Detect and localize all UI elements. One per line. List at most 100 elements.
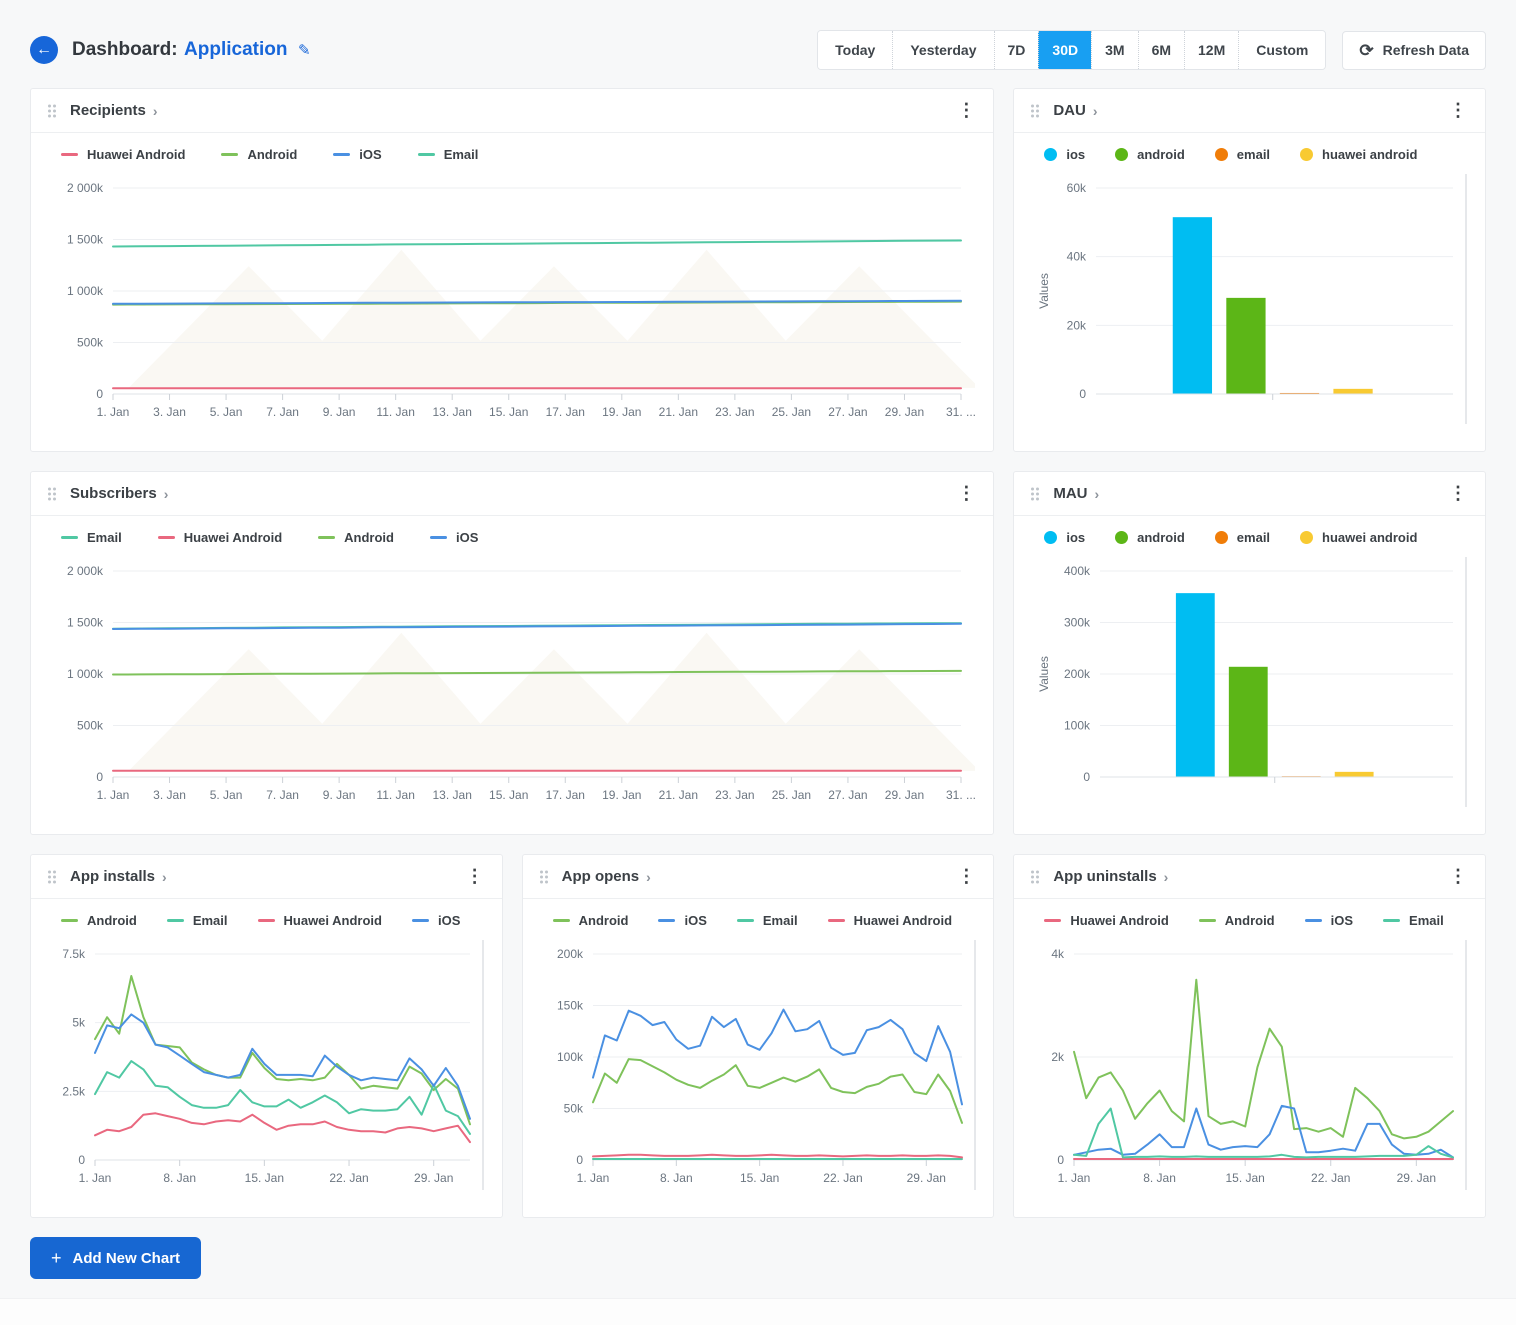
legend-label: Android: [87, 913, 137, 928]
range-30d[interactable]: 30D: [1038, 31, 1091, 69]
legend-item-android[interactable]: Android: [61, 913, 137, 928]
svg-text:19. Jan: 19. Jan: [602, 405, 641, 419]
chart-title[interactable]: DAU: [1053, 102, 1086, 119]
svg-text:1 500k: 1 500k: [67, 233, 104, 247]
svg-text:5. Jan: 5. Jan: [210, 788, 243, 802]
drag-handle-icon[interactable]: [47, 486, 57, 502]
legend-item-android[interactable]: android: [1115, 530, 1185, 545]
legend-marker: [258, 919, 275, 922]
svg-text:21. Jan: 21. Jan: [659, 405, 698, 419]
card-header: MAU › ⋮: [1014, 472, 1485, 516]
range-7d[interactable]: 7D: [994, 31, 1039, 69]
legend-label: iOS: [438, 913, 460, 928]
chart-title[interactable]: MAU: [1053, 485, 1087, 502]
legend-item-email[interactable]: Email: [418, 147, 479, 162]
topbar: ← Dashboard: Application ✎ Today Yesterd…: [0, 0, 1516, 88]
back-button[interactable]: ←: [30, 36, 58, 64]
legend-item-email[interactable]: Email: [167, 913, 228, 928]
kebab-menu-icon[interactable]: ⋮: [953, 866, 979, 887]
svg-text:1. Jan: 1. Jan: [1058, 1171, 1091, 1185]
legend-item-ios[interactable]: ios: [1044, 147, 1085, 162]
range-3m[interactable]: 3M: [1091, 31, 1137, 69]
svg-text:0: 0: [1080, 387, 1087, 401]
kebab-menu-icon[interactable]: ⋮: [1445, 483, 1471, 504]
legend-item-android[interactable]: Android: [1199, 913, 1275, 928]
range-6m[interactable]: 6M: [1138, 31, 1184, 69]
legend-item-ios[interactable]: iOS: [430, 530, 478, 545]
kebab-menu-icon[interactable]: ⋮: [462, 866, 488, 887]
svg-text:40k: 40k: [1067, 250, 1087, 264]
legend-marker: [1044, 148, 1057, 161]
drag-handle-icon[interactable]: [539, 869, 549, 885]
chart-title[interactable]: App opens: [562, 868, 640, 885]
legend-item-ios[interactable]: iOS: [412, 913, 460, 928]
refresh-data-button[interactable]: ⟳ Refresh Data: [1342, 31, 1486, 70]
legend-item-email[interactable]: Email: [61, 530, 122, 545]
legend-item-huawei-android[interactable]: huawei android: [1300, 147, 1417, 162]
legend-item-android[interactable]: Android: [221, 147, 297, 162]
legend-item-huawei-android[interactable]: Huawei Android: [828, 913, 952, 928]
legend-item-ios[interactable]: ios: [1044, 530, 1085, 545]
legend-item-huawei-android[interactable]: Huawei Android: [61, 147, 185, 162]
page-title: Dashboard: Application ✎: [72, 39, 311, 61]
legend-label: Huawei Android: [184, 530, 282, 545]
kebab-menu-icon[interactable]: ⋮: [953, 483, 979, 504]
range-today[interactable]: Today: [818, 31, 892, 69]
svg-text:1. Jan: 1. Jan: [97, 405, 130, 419]
kebab-menu-icon[interactable]: ⋮: [1445, 866, 1471, 887]
bar-ios[interactable]: [1176, 593, 1215, 777]
legend-marker: [61, 919, 78, 922]
drag-handle-icon[interactable]: [1030, 486, 1040, 502]
legend-item-email[interactable]: Email: [737, 913, 798, 928]
svg-text:7.5k: 7.5k: [62, 947, 86, 961]
chart-title[interactable]: App uninstalls: [1053, 868, 1156, 885]
chart-title[interactable]: App installs: [70, 868, 155, 885]
legend-item-email[interactable]: email: [1215, 530, 1270, 545]
legend-item-android[interactable]: android: [1115, 147, 1185, 162]
legend-item-huawei-android[interactable]: Huawei Android: [1044, 913, 1168, 928]
bar-huawei-android[interactable]: [1334, 389, 1373, 394]
kebab-menu-icon[interactable]: ⋮: [1445, 100, 1471, 121]
legend-item-ios[interactable]: iOS: [1305, 913, 1353, 928]
range-12m[interactable]: 12M: [1184, 31, 1238, 69]
edit-pencil-icon[interactable]: ✎: [298, 42, 311, 59]
kebab-menu-icon[interactable]: ⋮: [953, 100, 979, 121]
legend-item-huawei-android[interactable]: huawei android: [1300, 530, 1417, 545]
svg-text:3. Jan: 3. Jan: [153, 405, 186, 419]
svg-text:0: 0: [78, 1153, 85, 1167]
legend-item-email[interactable]: Email: [1383, 913, 1444, 928]
svg-text:4k: 4k: [1052, 947, 1066, 961]
legend-item-ios[interactable]: iOS: [333, 147, 381, 162]
legend-item-email[interactable]: email: [1215, 147, 1270, 162]
svg-text:15. Jan: 15. Jan: [740, 1171, 779, 1185]
range-custom[interactable]: Custom: [1238, 31, 1325, 69]
drag-handle-icon[interactable]: [47, 869, 57, 885]
svg-text:5. Jan: 5. Jan: [210, 405, 243, 419]
drag-handle-icon[interactable]: [1030, 869, 1040, 885]
dashboard-name-link[interactable]: Application: [184, 39, 287, 60]
drag-handle-icon[interactable]: [1030, 103, 1040, 119]
svg-text:23. Jan: 23. Jan: [715, 788, 754, 802]
drag-handle-icon[interactable]: [47, 103, 57, 119]
legend-marker: [167, 919, 184, 922]
legend-item-huawei-android[interactable]: Huawei Android: [158, 530, 282, 545]
legend-item-android[interactable]: Android: [553, 913, 629, 928]
svg-text:150k: 150k: [557, 999, 584, 1013]
legend-marker: [221, 153, 238, 156]
bar-android[interactable]: [1227, 298, 1266, 394]
add-new-chart-button[interactable]: + Add New Chart: [30, 1237, 201, 1279]
legend-label: ios: [1066, 147, 1085, 162]
legend-item-huawei-android[interactable]: Huawei Android: [258, 913, 382, 928]
chart-title[interactable]: Subscribers: [70, 485, 157, 502]
chart-title[interactable]: Recipients: [70, 102, 146, 119]
range-yesterday[interactable]: Yesterday: [892, 31, 993, 69]
bar-ios[interactable]: [1173, 217, 1212, 394]
svg-text:15. Jan: 15. Jan: [1226, 1171, 1265, 1185]
chart-legend: ios android email huawei android: [1032, 530, 1467, 545]
chart-canvas: 0500k1 000k1 500k2 000k1. Jan3. Jan5. Ja…: [49, 174, 975, 424]
legend-label: Huawei Android: [854, 913, 952, 928]
bar-android[interactable]: [1229, 667, 1268, 777]
legend-item-ios[interactable]: iOS: [658, 913, 706, 928]
bar-huawei-android[interactable]: [1335, 772, 1374, 777]
legend-item-android[interactable]: Android: [318, 530, 394, 545]
